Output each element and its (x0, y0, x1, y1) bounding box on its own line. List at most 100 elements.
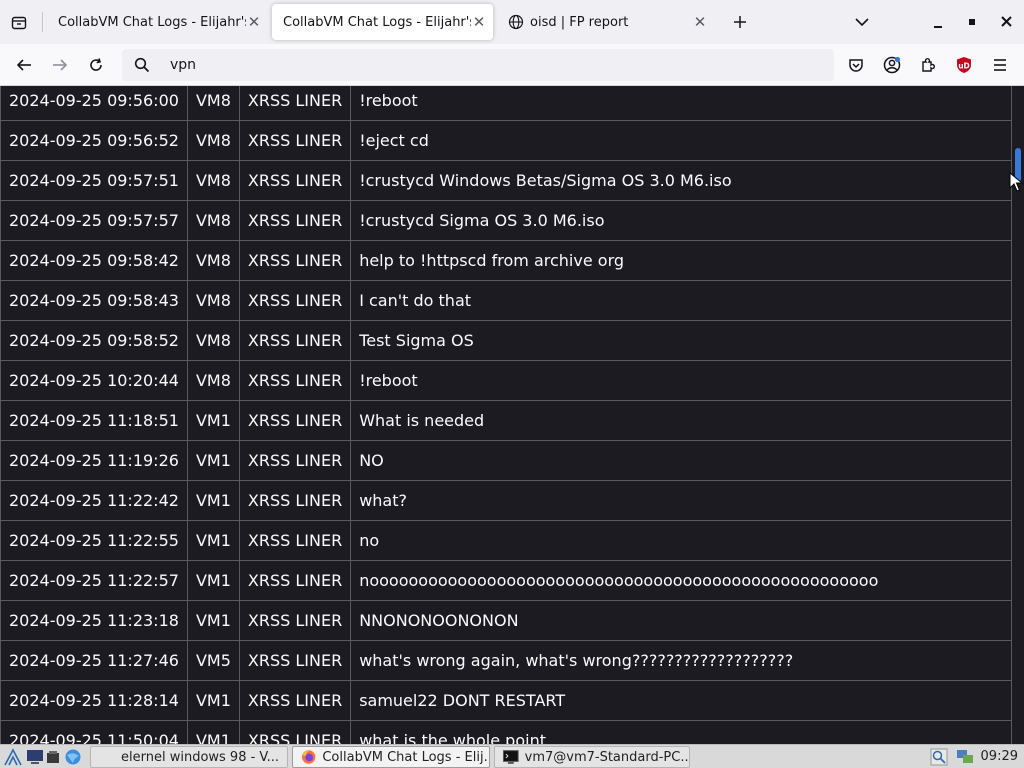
log-user-cell: XRSS LINER (238, 360, 352, 401)
extensions-icon (922, 58, 935, 72)
close-icon[interactable]: ✕ (692, 13, 708, 31)
account-icon (883, 56, 901, 74)
log-vm-cell: VM8 (186, 160, 240, 201)
log-message-cell: !reboot (350, 360, 1012, 401)
maximize-button[interactable] (962, 12, 982, 32)
log-vm-cell: VM8 (186, 120, 240, 161)
search-tray-icon[interactable] (930, 748, 948, 766)
file-manager-icon[interactable] (44, 748, 62, 766)
log-time-cell: 2024-09-25 11:19:26 (0, 440, 188, 481)
tab-oisd-report[interactable]: oisd | FP report ✕ (500, 4, 718, 40)
table-row: 2024-09-25 09:58:42 VM8 XRSS LINER help to … (0, 240, 1012, 281)
log-time-cell: 2024-09-25 09:56:00 (0, 86, 188, 121)
log-user-cell: XRSS LINER (238, 440, 352, 481)
minimize-icon (934, 26, 942, 28)
log-time-cell: 2024-09-25 11:27:46 (0, 640, 188, 681)
search-icon (134, 57, 150, 73)
tab-strip: CollabVM Chat Logs - Elijahr's ✕ CollabV… (0, 0, 1024, 44)
network-tray-icon[interactable] (954, 748, 976, 766)
back-button[interactable] (10, 51, 38, 79)
log-time-cell: 2024-09-25 11:50:04 (0, 720, 188, 744)
log-time-cell: 2024-09-25 09:58:42 (0, 240, 188, 281)
tab-label: oisd | FP report (530, 14, 629, 30)
log-user-cell: XRSS LINER (238, 86, 352, 121)
log-time-cell: 2024-09-25 09:58:52 (0, 320, 188, 361)
log-vm-cell: VM1 (186, 560, 240, 601)
url-bar[interactable]: vpn (122, 49, 834, 81)
navigation-toolbar: vpn uD (0, 44, 1024, 86)
show-desktop-icon[interactable] (26, 748, 44, 766)
tab-chat-logs-1[interactable]: CollabVM Chat Logs - Elijahr's ✕ (48, 4, 268, 40)
log-time-cell: 2024-09-25 11:22:42 (0, 480, 188, 521)
list-all-tabs-button[interactable] (850, 10, 874, 34)
close-icon[interactable]: ✕ (246, 13, 262, 31)
new-tab-button[interactable] (728, 10, 752, 34)
table-row: 2024-09-25 11:22:57 VM1 XRSS LINER nooooooo… (0, 560, 1012, 601)
log-time-cell: 2024-09-25 09:57:57 (0, 200, 188, 241)
chevron-down-icon (855, 18, 869, 27)
log-message-cell: Test Sigma OS (350, 320, 1012, 361)
log-message-cell: no (350, 520, 1012, 561)
log-vm-cell: VM8 (186, 320, 240, 361)
log-user-cell: XRSS LINER (238, 400, 352, 441)
account-button[interactable] (878, 51, 906, 79)
globe-icon (508, 14, 524, 30)
log-user-cell: XRSS LINER (238, 600, 352, 641)
tab-label: CollabVM Chat Logs - Elijahr's (58, 14, 246, 30)
tab-label: CollabVM Chat Logs - Elijahr's (283, 14, 471, 30)
log-message-cell: what is the whole point (350, 720, 1012, 744)
ublock-button[interactable]: uD (950, 51, 978, 79)
app-menu-button[interactable] (986, 51, 1014, 79)
log-time-cell: 2024-09-25 10:20:44 (0, 360, 188, 401)
table-row: 2024-09-25 09:56:52 VM8 XRSS LINER !eject c… (0, 120, 1012, 161)
log-time-cell: 2024-09-25 09:56:52 (0, 120, 188, 161)
page-content: 2024-09-25 09:56:00 VM8 XRSS LINER !reboot 2… (0, 86, 1012, 744)
ublock-icon: uD (957, 57, 971, 73)
log-vm-cell: VM1 (186, 720, 240, 744)
svg-text:uD: uD (958, 62, 970, 71)
tab-list-button[interactable] (6, 10, 32, 36)
back-icon (16, 59, 31, 71)
table-row: 2024-09-25 09:58:52 VM8 XRSS LINER Test Sig… (0, 320, 1012, 361)
table-row: 2024-09-25 10:20:44 VM8 XRSS LINER !reboot (0, 360, 1012, 401)
log-vm-cell: VM8 (186, 280, 240, 321)
log-time-cell: 2024-09-25 11:22:55 (0, 520, 188, 561)
table-row: 2024-09-25 11:28:14 VM1 XRSS LINER samuel22… (0, 680, 1012, 721)
table-row: 2024-09-25 09:56:00 VM8 XRSS LINER !reboot (0, 86, 1012, 121)
tab-chat-logs-2[interactable]: CollabVM Chat Logs - Elijahr's ✕ (272, 4, 493, 40)
taskbar-task-chat-logs[interactable]: CollabVM Chat Logs - Elij... (292, 746, 490, 768)
taskbar-task-windows98[interactable]: elernel windows 98 - V... (90, 746, 288, 768)
log-time-cell: 2024-09-25 11:18:51 (0, 400, 188, 441)
web-browser-icon[interactable] (64, 748, 82, 766)
log-user-cell: XRSS LINER (238, 720, 352, 744)
log-vm-cell: VM1 (186, 680, 240, 721)
log-message-cell: !crustycd Sigma OS 3.0 M6.iso (350, 200, 1012, 241)
minimize-button[interactable] (928, 14, 948, 34)
start-menu-icon[interactable] (4, 748, 22, 766)
reload-button[interactable] (82, 51, 110, 79)
table-row: 2024-09-25 11:50:04 VM1 XRSS LINER what is … (0, 720, 1012, 744)
forward-button[interactable] (46, 51, 74, 79)
taskbar: elernel windows 98 - V... CollabVM Chat … (0, 744, 1024, 768)
log-vm-cell: VM1 (186, 520, 240, 561)
table-row: 2024-09-25 11:22:42 VM1 XRSS LINER what? (0, 480, 1012, 521)
log-time-cell: 2024-09-25 11:22:57 (0, 560, 188, 601)
extensions-button[interactable] (914, 51, 942, 79)
forward-icon (53, 59, 68, 71)
pocket-button[interactable] (842, 51, 870, 79)
log-user-cell: XRSS LINER (238, 120, 352, 161)
taskbar-task-terminal[interactable]: vm7@vm7-Standard-PC... (494, 746, 690, 768)
log-vm-cell: VM8 (186, 200, 240, 241)
log-message-cell: !reboot (350, 86, 1012, 121)
close-icon[interactable]: ✕ (471, 13, 487, 31)
log-user-cell: XRSS LINER (238, 200, 352, 241)
table-row: 2024-09-25 11:23:18 VM1 XRSS LINER NNONONOO… (0, 600, 1012, 641)
log-message-cell: NO (350, 440, 1012, 481)
log-vm-cell: VM8 (186, 86, 240, 121)
log-message-cell: nooooooooooooooooooooooooooooooooooooooo… (350, 560, 1012, 601)
log-message-cell: !eject cd (350, 120, 1012, 161)
log-user-cell: XRSS LINER (238, 320, 352, 361)
close-window-button[interactable] (996, 11, 1016, 31)
tab-list-icon (11, 16, 27, 30)
close-icon (1000, 15, 1012, 27)
